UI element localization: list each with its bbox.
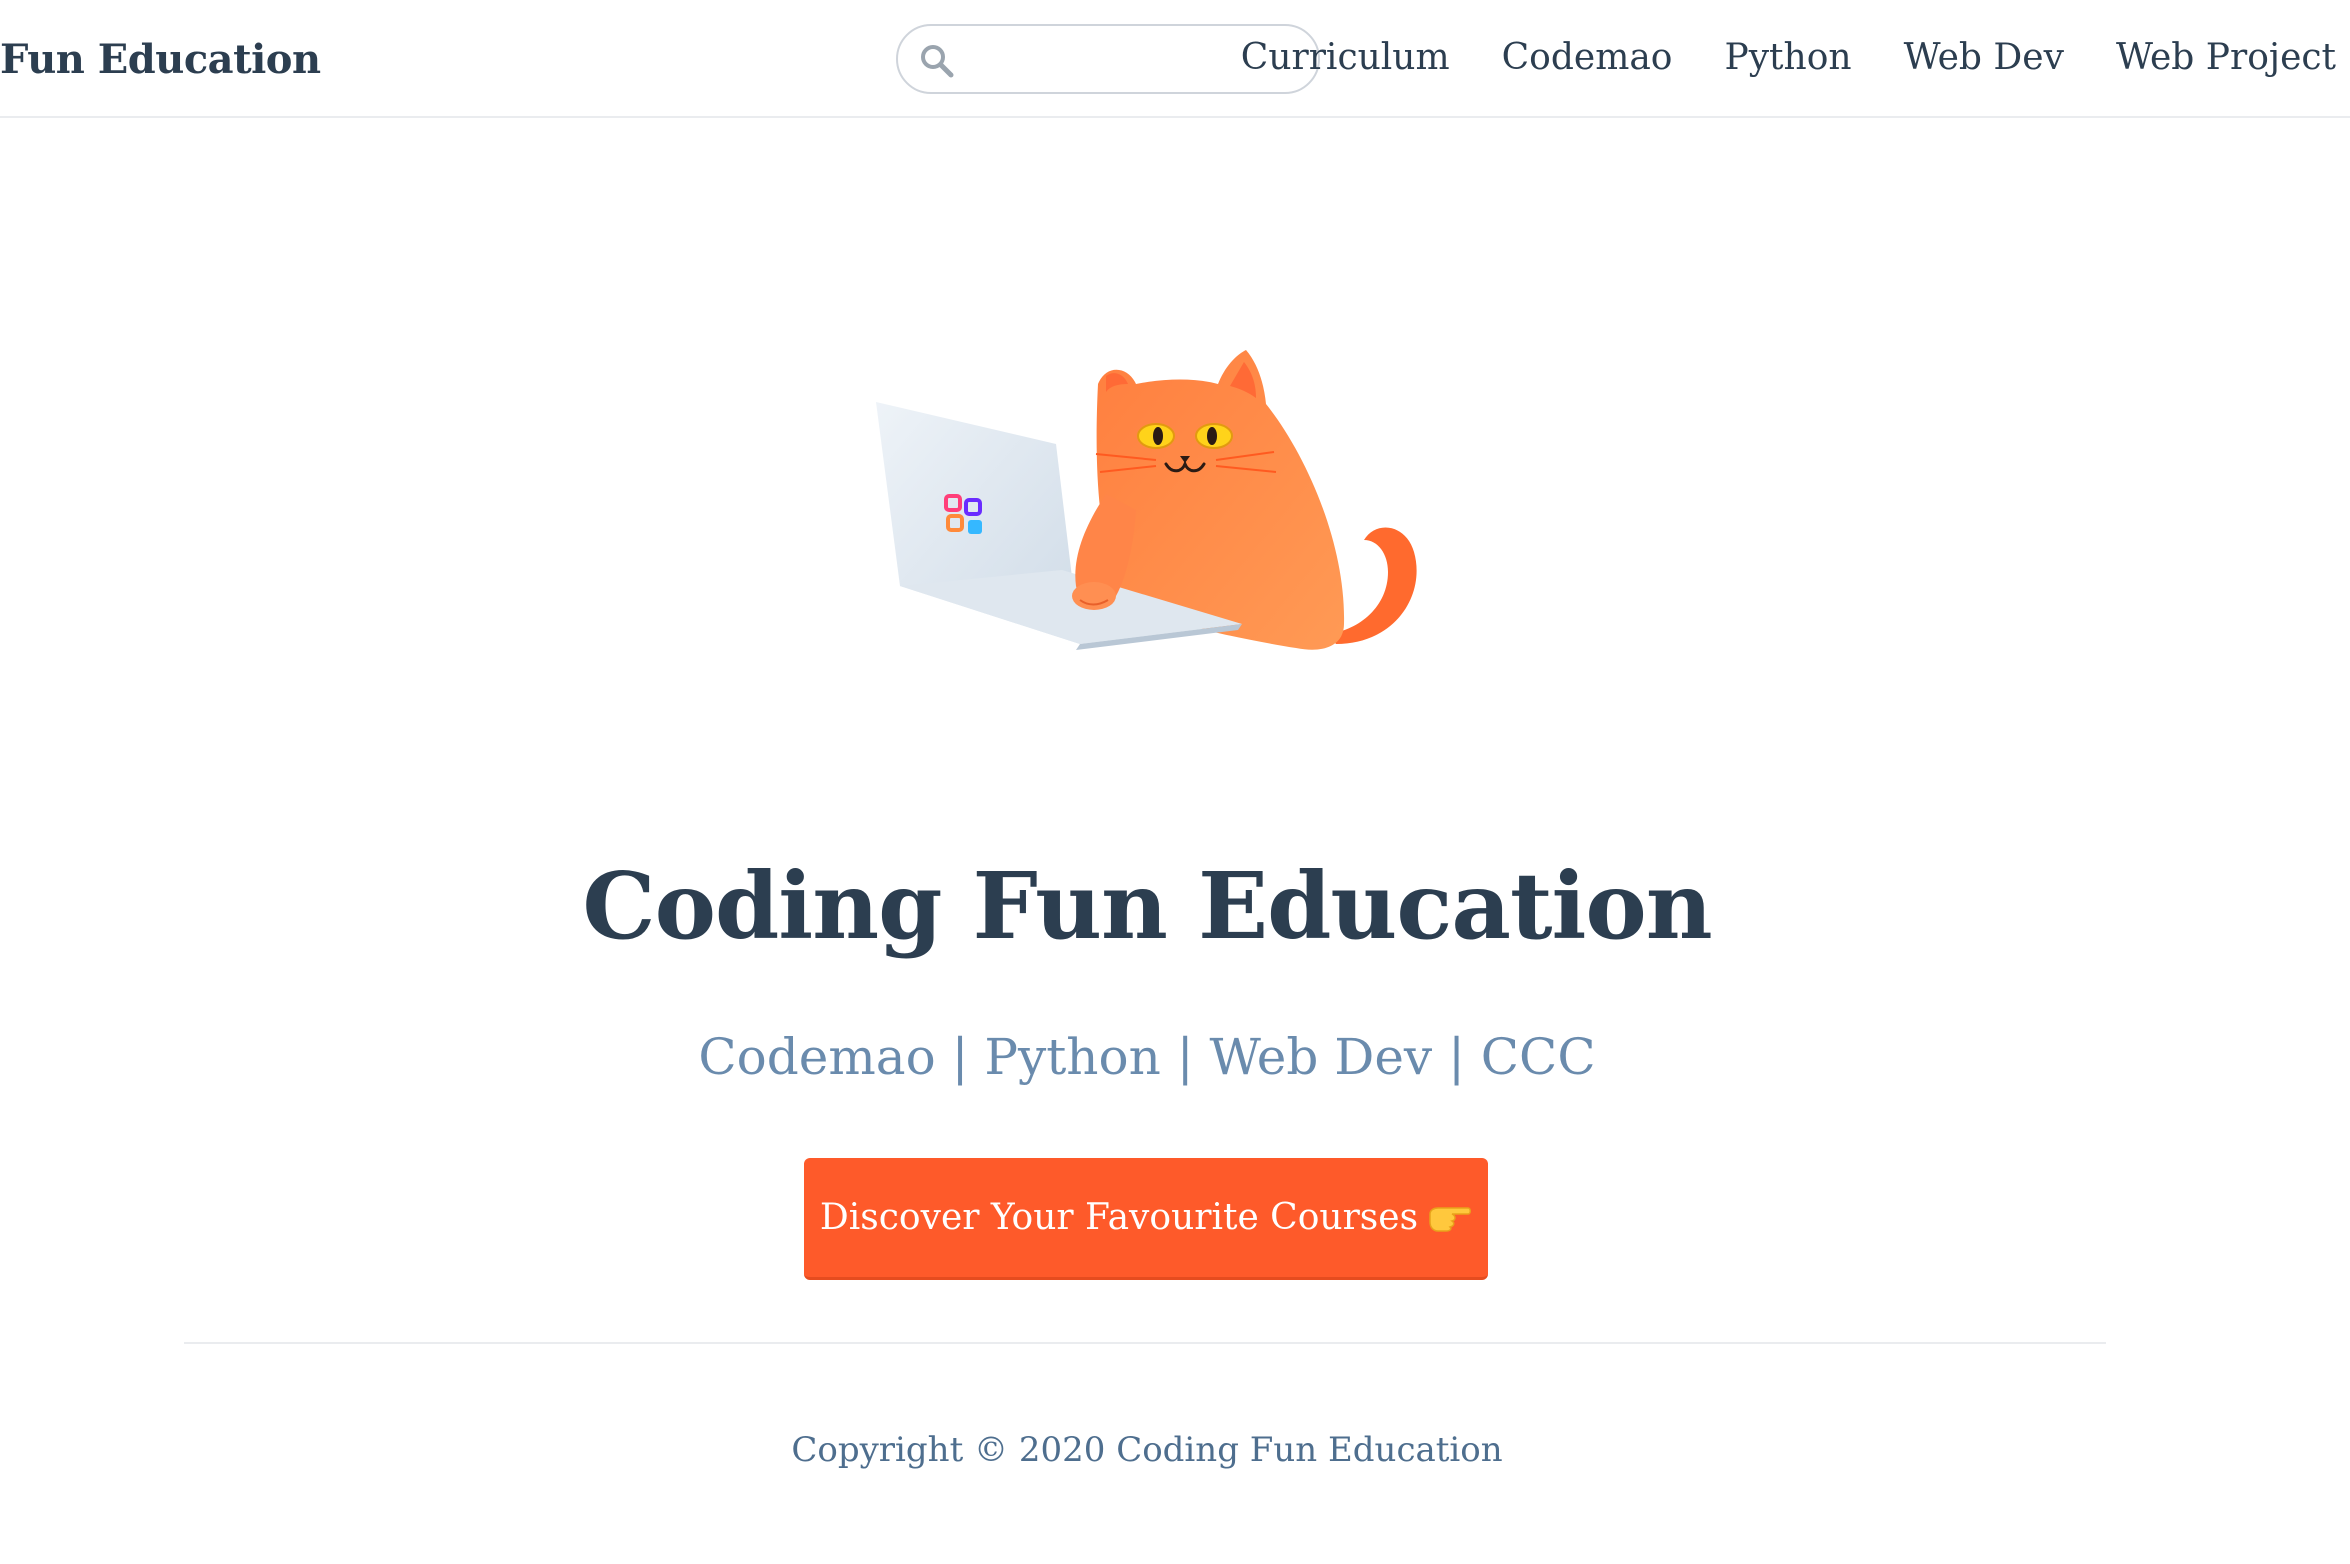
navbar: Fun Education Curriculum Codemao Python … — [0, 0, 2350, 118]
hero-description: Codemao | Python | Web Dev | CCC — [698, 1028, 1596, 1086]
footer-divider — [184, 1342, 2106, 1344]
footer-copyright: Copyright © 2020 Coding Fun Education — [791, 1430, 1503, 1470]
nav-link-python[interactable]: Python — [1724, 34, 1851, 82]
nav-link-web-dev[interactable]: Web Dev — [1904, 34, 2064, 82]
cta-label: Discover Your Favourite Courses — [819, 1197, 1419, 1238]
cat-laptop-illustration — [876, 350, 1417, 650]
nav-link-curriculum[interactable]: Curriculum — [1241, 34, 1450, 82]
nav-links: Curriculum Codemao Python Web Dev Web Pr… — [1241, 34, 2336, 82]
discover-courses-button[interactable]: Discover Your Favourite Courses — [804, 1158, 1488, 1280]
search-icon — [921, 45, 954, 78]
nav-link-codemao[interactable]: Codemao — [1502, 34, 1673, 82]
nav-link-web-project[interactable]: Web Project — [2116, 34, 2336, 82]
hero-title: Coding Fun Education — [582, 852, 1712, 960]
pointing-hand-icon — [1429, 1206, 1472, 1232]
site-brand-link[interactable]: Fun Education — [0, 36, 321, 83]
